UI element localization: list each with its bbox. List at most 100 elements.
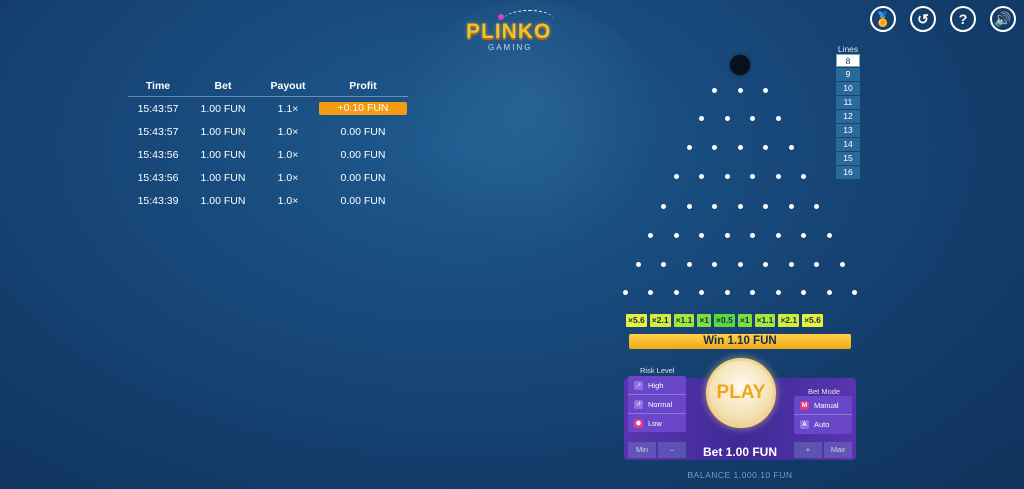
peg [661,262,666,267]
bet-mode-auto[interactable]: A Auto [794,415,852,433]
peg [750,174,756,179]
peg [635,262,641,267]
table-row: 15:43:56 1.00 FUN 1.0× 0.00 FUN [128,143,408,166]
peg [775,116,781,121]
lines-option-9[interactable]: 9 [836,68,860,81]
peg [801,233,807,238]
bet-mode-label: Bet Mode [808,387,841,396]
risk-option-normal[interactable]: ↺ Normal [628,395,686,414]
lines-option-11[interactable]: 11 [836,96,860,109]
peg [775,174,781,179]
risk-option-low[interactable]: ⬣ Low [628,414,686,432]
lines-option-12[interactable]: 12 [836,110,860,123]
lines-option-10[interactable]: 10 [836,82,860,95]
bet-mode-option-label: Manual [814,400,839,410]
multiplier-slot: ×1 [697,314,712,327]
peg [699,233,705,238]
row-profit: 0.00 FUN [340,194,386,207]
multiplier-row: ×5.6 ×2.1 ×1.1 ×1 ×0.5 ×1 ×1.1 ×2.1 ×5.6 [626,314,823,327]
win-banner: Win 1.10 FUN [629,334,851,349]
manual-mode-icon: M [800,400,809,410]
lines-label: Lines [837,44,859,54]
lines-option-14[interactable]: 14 [836,138,860,151]
row-profit-highlight: +0.10 FUN [319,102,407,115]
low-risk-icon: ⬣ [634,418,643,428]
multiplier-slot: ×0.5 [714,314,735,327]
header-payout: Payout [270,80,306,92]
logo-subtitle: GAMING [488,43,533,52]
lines-option-16[interactable]: 16 [836,166,860,179]
peg [737,88,743,93]
history-icon[interactable]: ↺ [910,6,936,32]
risk-level-selector: ↗ High ↺ Normal ⬣ Low [628,376,686,432]
logo-title: PLINKO [466,20,552,43]
risk-option-high[interactable]: ↗ High [628,376,686,395]
peg [852,290,858,295]
peg [724,233,730,238]
row-time: 15:43:57 [137,125,179,138]
normal-risk-icon: ↺ [634,399,643,409]
peg [788,262,794,267]
peg [839,262,845,267]
peg [686,262,692,267]
multiplier-slot: ×5.6 [626,314,647,327]
risk-level-label: Risk Level [640,366,675,375]
lines-option-8[interactable]: 8 [836,54,860,67]
peg [750,116,756,121]
peg [788,145,794,150]
sound-icon[interactable]: 🔊 [990,6,1016,32]
peg [801,174,807,179]
peg [712,204,717,209]
multiplier-slot: ×2.1 [649,314,671,327]
row-profit: 0.00 FUN [340,148,386,161]
help-icon[interactable]: ? [950,6,976,32]
peg [775,233,781,238]
peg [699,116,705,121]
table-row: 15:43:56 1.00 FUN 1.0× 0.00 FUN [128,166,408,189]
peg [648,233,654,238]
bet-max-button[interactable]: Max [824,442,852,458]
row-profit: 0.00 FUN [340,171,386,184]
ball-drop-hole [730,55,750,75]
bet-decrease-button[interactable]: – [658,442,686,458]
peg [686,145,692,150]
peg [661,204,666,209]
bet-increase-button[interactable]: + [794,442,822,458]
history-header: Time Bet Payout Profit [128,80,408,97]
auto-mode-icon: A [800,419,809,429]
peg [763,145,768,150]
header-profit: Profit [349,80,377,92]
peg [801,290,807,295]
multiplier-slot: ×1.1 [754,314,776,327]
peg [750,233,756,238]
peg [775,290,781,295]
bet-amount: Bet 1.00 FUN [702,445,778,459]
peg [737,204,743,209]
row-time: 15:43:57 [137,102,179,115]
row-payout: 1.0× [277,194,299,207]
lines-option-13[interactable]: 13 [836,124,860,137]
peg [763,88,768,93]
top-icon-bar: 🏅 ↺ ? 🔊 [870,6,1016,32]
medal-icon[interactable]: 🏅 [870,6,896,32]
peg [673,290,679,295]
bet-min-button[interactable]: Min [628,442,656,458]
header-bet: Bet [214,80,232,92]
row-profit: 0.00 FUN [340,125,386,138]
balance-display: BALANCE 1,000.10 FUN [687,470,793,480]
row-bet: 1.00 FUN [200,148,246,161]
row-payout: 1.0× [277,125,299,138]
bet-mode-selector: M Manual A Auto [794,396,852,434]
multiplier-slot: ×1.1 [673,314,695,327]
lines-option-15[interactable]: 15 [836,152,860,165]
table-row: 15:43:39 1.00 FUN 1.0× 0.00 FUN [128,189,408,212]
peg [622,290,628,295]
row-time: 15:43:39 [137,194,179,207]
row-bet: 1.00 FUN [200,125,246,138]
bet-mode-manual[interactable]: M Manual [794,396,852,415]
peg [737,262,743,267]
play-button[interactable]: PLAY [706,358,776,428]
peg [673,174,679,179]
plinko-logo: PLINKO GAMING [466,10,566,54]
peg [724,290,730,295]
